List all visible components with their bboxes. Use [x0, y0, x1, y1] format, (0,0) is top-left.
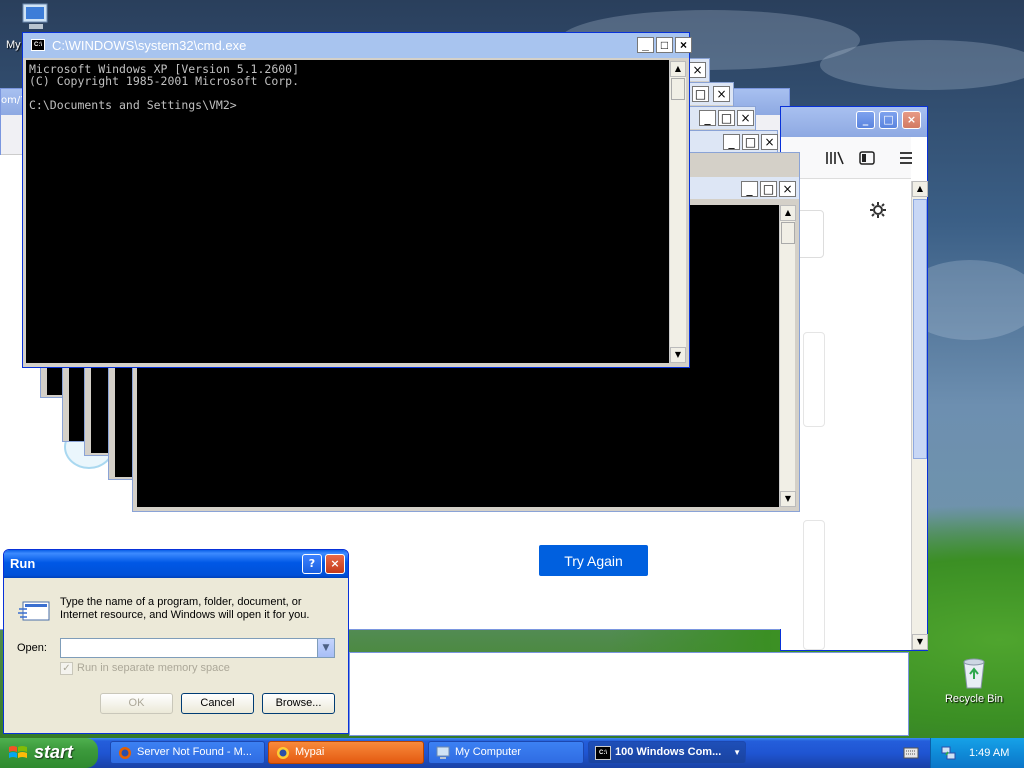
task-label: Server Not Found - M...: [137, 746, 252, 758]
menu-icon[interactable]: [899, 151, 913, 165]
scroll-down-button[interactable]: ▼: [780, 491, 796, 507]
my-computer-icon: [22, 3, 48, 29]
clock[interactable]: 1:49 AM: [969, 747, 1009, 759]
ok-button[interactable]: OK: [100, 693, 173, 714]
close-button[interactable]: ×: [737, 110, 754, 126]
console-line: (C) Copyright 1985-2001 Microsoft Corp.: [29, 74, 300, 88]
content-card: [803, 332, 825, 427]
gear-icon[interactable]: [869, 201, 887, 219]
task-label: 100 Windows Com...: [615, 746, 722, 758]
library-icon[interactable]: [826, 151, 844, 165]
cmd-titlebar[interactable]: C:\ C:\WINDOWS\system32\cmd.exe _ □ ×: [23, 33, 692, 58]
maximize-button[interactable]: □: [718, 110, 735, 126]
memory-space-checkbox[interactable]: ✓: [60, 662, 73, 675]
windows-logo-icon: [9, 746, 27, 758]
close-button[interactable]: ×: [713, 86, 730, 102]
scroll-thumb[interactable]: [671, 78, 685, 100]
run-titlebar[interactable]: Run ? ×: [4, 550, 348, 578]
scroll-down-button[interactable]: ▼: [912, 634, 928, 650]
my-computer-icon: [436, 746, 450, 759]
cmd-icon: C:\: [595, 746, 611, 760]
desktop-icon-label: My: [6, 39, 21, 51]
console-prompt: C:\Documents and Settings\VM2>: [29, 98, 237, 112]
browser-scrollbar[interactable]: ▲ ▼: [911, 181, 928, 650]
minimize-button[interactable]: _: [637, 37, 654, 53]
close-button[interactable]: ×: [325, 554, 345, 574]
maximize-button[interactable]: □: [742, 134, 759, 150]
task-my-computer[interactable]: My Computer: [428, 741, 584, 764]
firefox-icon: [277, 747, 289, 759]
minimize-button[interactable]: _: [723, 134, 740, 150]
run-description: Type the name of a program, folder, docu…: [60, 596, 310, 621]
system-tray: 1:49 AM: [930, 738, 1024, 768]
run-dialog: Run ? × Type the name of a program, fold…: [3, 549, 349, 734]
taskbar: start Server Not Found - M... Mypai My C…: [0, 738, 1024, 768]
cmd-title: C:\WINDOWS\system32\cmd.exe: [52, 38, 247, 53]
maximize-button[interactable]: □: [692, 86, 709, 102]
scroll-down-button[interactable]: ▼: [670, 347, 686, 363]
run-icon: [18, 601, 50, 621]
sidebar-icon[interactable]: [859, 151, 875, 165]
browse-button[interactable]: Browse...: [262, 693, 335, 714]
task-label: My Computer: [455, 746, 522, 758]
maximize-button[interactable]: □: [879, 111, 898, 129]
chevron-down-icon: ▼: [733, 748, 741, 757]
task-mypai[interactable]: Mypai: [268, 741, 424, 764]
help-button[interactable]: ?: [302, 554, 322, 574]
maximize-button[interactable]: □: [760, 181, 777, 197]
maximize-button[interactable]: □: [656, 37, 673, 53]
cmd-window: C:\ C:\WINDOWS\system32\cmd.exe _ □ × Mi…: [22, 32, 692, 368]
scroll-up-button[interactable]: ▲: [780, 205, 796, 221]
window-bottom-panel: [349, 652, 909, 736]
minimize-button[interactable]: _: [741, 181, 758, 197]
cloud: [820, 40, 1024, 90]
browser-nav-toolbar: [781, 137, 913, 179]
scroll-thumb[interactable]: [913, 199, 927, 459]
browser-window: _ □ × ▲ ▼: [780, 106, 928, 651]
desktop-icon-label: Recycle Bin: [944, 693, 1004, 705]
cancel-button[interactable]: Cancel: [181, 693, 254, 714]
console-output[interactable]: Microsoft Windows XP [Version 5.1.2600](…: [26, 60, 669, 363]
browser-titlebar-right: _ □ ×: [781, 107, 927, 137]
task-server-not-found[interactable]: Server Not Found - M...: [110, 741, 265, 764]
close-button[interactable]: ×: [675, 37, 692, 53]
open-combobox[interactable]: ▼: [60, 638, 335, 658]
scroll-up-button[interactable]: ▲: [912, 181, 928, 197]
console-scrollbar[interactable]: ▲ ▼: [779, 205, 796, 507]
firefox-icon: [119, 747, 131, 759]
close-button[interactable]: ×: [761, 134, 778, 150]
keyboard-icon[interactable]: [903, 746, 919, 760]
minimize-button[interactable]: _: [856, 111, 875, 129]
open-label: Open:: [17, 642, 47, 654]
start-label: start: [34, 742, 74, 762]
console-scrollbar[interactable]: ▲ ▼: [669, 61, 686, 363]
checkbox-label: Run in separate memory space: [77, 662, 230, 674]
network-icon[interactable]: [941, 745, 957, 761]
start-button[interactable]: start: [0, 738, 98, 768]
task-windows-command-group[interactable]: C:\ 100 Windows Com... ▼: [588, 741, 746, 764]
cmd-icon: C:\: [31, 39, 45, 51]
close-button[interactable]: ×: [779, 181, 796, 197]
scroll-up-button[interactable]: ▲: [670, 61, 686, 77]
task-label: Mypai: [295, 746, 325, 758]
try-again-button[interactable]: Try Again: [539, 545, 648, 576]
content-card: [803, 520, 825, 650]
desktop-icon-recycle-bin[interactable]: Recycle Bin: [940, 656, 1008, 705]
recycle-bin-icon: [963, 658, 985, 689]
chevron-down-icon[interactable]: ▼: [317, 639, 334, 657]
minimize-button[interactable]: _: [699, 110, 716, 126]
close-button[interactable]: ×: [689, 62, 706, 78]
scroll-thumb[interactable]: [781, 222, 795, 244]
run-title: Run: [10, 556, 36, 571]
close-button[interactable]: ×: [902, 111, 921, 129]
